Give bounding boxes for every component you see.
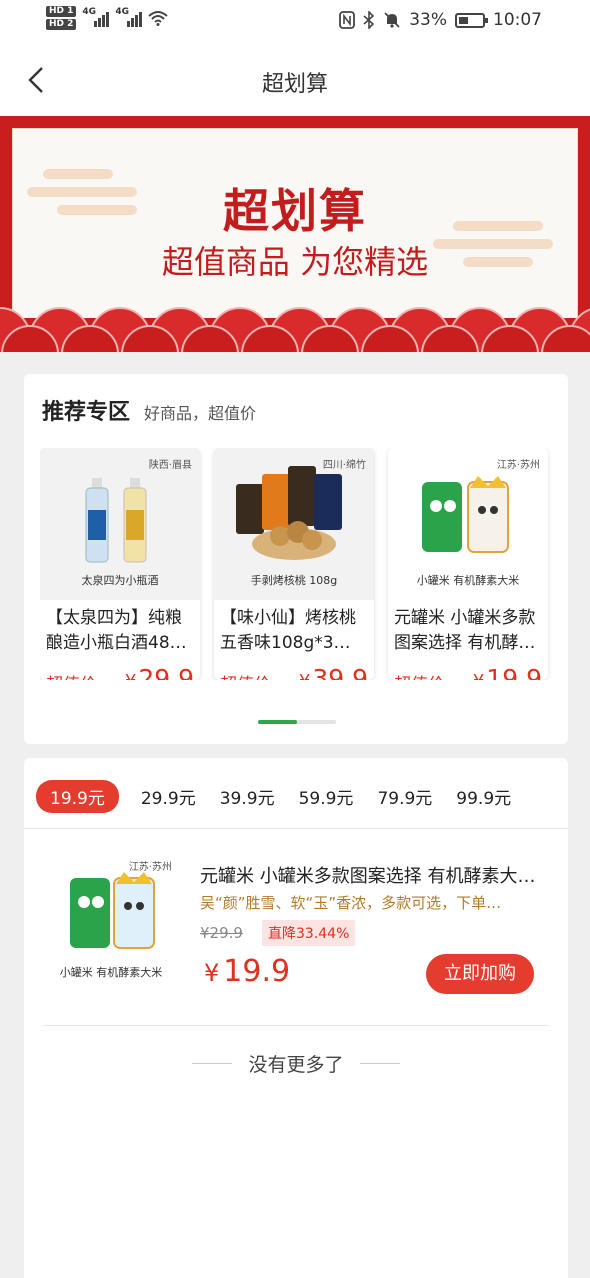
tab-price-79-9[interactable]: 79.9元 — [365, 780, 444, 813]
sim-badges: HD 1 HD 2 — [46, 6, 77, 30]
clock: 10:07 — [493, 10, 542, 30]
price-label: 超值价 — [220, 670, 271, 680]
item-price: ¥19.9 — [204, 954, 291, 989]
mute-icon — [384, 12, 400, 28]
signal-icon-2: 4G — [115, 7, 143, 27]
recommend-header: 推荐专区 好商品，超值价 — [42, 394, 256, 426]
no-more-text: 没有更多了 — [248, 1054, 344, 1076]
banner-title: 超划算 — [223, 184, 367, 238]
product-name: 【味小仙】烤核桃五香味108g*3… — [220, 608, 356, 653]
product-price: ¥39.9 — [299, 664, 368, 680]
product-card[interactable]: 四川·绵竹 手剥烤核桃 108g 【味小仙】烤核桃五香味108g*3… 超值价 … — [214, 448, 374, 680]
product-card[interactable]: 陕西·眉县 太泉四为小瓶酒 【太泉四为】纯粮酿造小瓶白酒48… 超值价 ¥29.… — [40, 448, 200, 680]
price-list-section: 19.9元 29.9元 39.9元 59.9元 79.9元 99.9元 江苏·苏… — [24, 758, 568, 1278]
price-tabs: 19.9元 29.9元 39.9元 59.9元 79.9元 99.9元 — [36, 780, 523, 813]
product-price: ¥29.9 — [125, 664, 194, 680]
nav-bar: 超划算 — [0, 44, 590, 116]
signal-icon: 4G — [82, 7, 110, 27]
carousel-pager — [258, 720, 336, 724]
item-description: 吴“颜”胜雪、软“玉”香浓，多款可选，下单… — [200, 894, 502, 912]
wifi-icon — [148, 11, 169, 26]
battery-percent: 33% — [409, 10, 447, 30]
wave-pattern — [0, 307, 590, 352]
divider-right — [360, 1063, 400, 1064]
item-title: 元罐米 小罐米多款图案选择 有机酵素大… — [200, 866, 536, 887]
product-price: ¥19.9 — [473, 664, 542, 680]
tab-price-59-9[interactable]: 59.9元 — [287, 780, 366, 813]
battery-icon — [455, 12, 488, 28]
signal-group: HD 1 HD 2 4G 4G — [46, 6, 169, 30]
product-image: 江苏·苏州 小罐米 有机酵素大米 — [388, 448, 548, 600]
add-to-cart-button[interactable]: 立即加购 — [426, 954, 534, 994]
tab-price-19-9[interactable]: 19.9元 — [36, 780, 119, 813]
product-card[interactable]: 江苏·苏州 小罐米 有机酵素大米 元罐米 小罐米多款图案选择 有机酵… 超值价 … — [388, 448, 548, 680]
item-image: 江苏·苏州 小罐米 有机酵素大米 — [46, 852, 176, 988]
banner-subtitle: 超值商品 为您精选 — [161, 243, 429, 281]
recommend-subtitle: 好商品，超值价 — [144, 404, 257, 423]
tab-price-29-9[interactable]: 29.9元 — [129, 780, 208, 813]
product-carousel[interactable]: 陕西·眉县 太泉四为小瓶酒 【太泉四为】纯粮酿造小瓶白酒48… 超值价 ¥29.… — [40, 448, 568, 680]
product-name: 元罐米 小罐米多款图案选择 有机酵… — [394, 608, 536, 653]
price-label: 超值价 — [46, 670, 97, 680]
divider — [44, 1025, 548, 1026]
product-name: 【太泉四为】纯粮酿造小瓶白酒48… — [46, 608, 187, 653]
status-right: 33% 10:07 — [339, 10, 542, 30]
sim1-badge: HD 1 — [46, 6, 77, 17]
price-label: 超值价 — [394, 670, 445, 680]
discount-badge: 直降33.44% — [262, 920, 356, 946]
tab-price-99-9[interactable]: 99.9元 — [444, 780, 523, 813]
page-title: 超划算 — [261, 72, 328, 97]
divider — [24, 828, 568, 829]
tab-price-39-9[interactable]: 39.9元 — [208, 780, 287, 813]
original-price: ¥29.9 — [200, 924, 243, 942]
nfc-icon — [339, 11, 356, 29]
product-image: 四川·绵竹 手剥烤核桃 108g — [214, 448, 374, 600]
recommend-section: 推荐专区 好商品，超值价 陕西·眉县 太泉四为小瓶酒 【太泉四为】纯粮酿造小瓶白… — [24, 374, 568, 744]
promo-banner: 超划算 超值商品 为您精选 — [0, 116, 590, 352]
product-image: 陕西·眉县 太泉四为小瓶酒 — [40, 448, 200, 600]
sim2-badge: HD 2 — [46, 19, 77, 30]
bluetooth-icon — [363, 11, 375, 29]
recommend-title: 推荐专区 — [42, 400, 131, 425]
status-bar: HD 1 HD 2 4G 4G 33% 10:07 — [0, 0, 590, 44]
